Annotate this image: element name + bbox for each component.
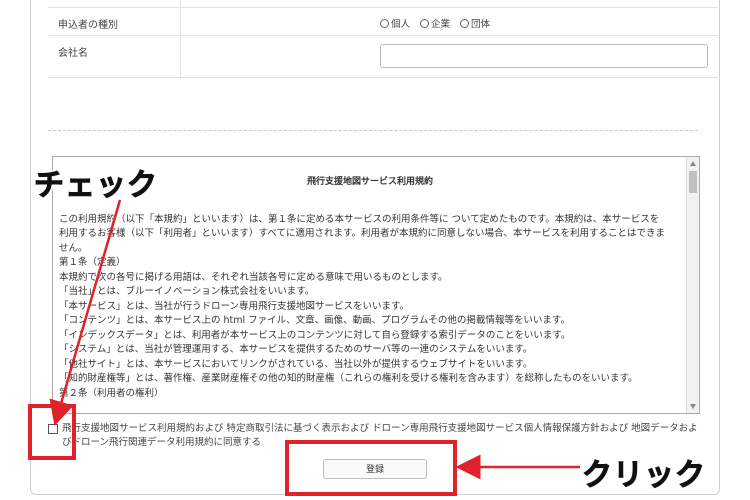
- terms-line: 「インデックスデータ」とは、利用者が本サービス上のコンテンツに対して自ら登録する…: [59, 329, 571, 341]
- terms-line: 本規約で次の各号に掲げる用語は、それぞれ当該各号に定める意味で用いるものとします…: [59, 271, 448, 283]
- radio-group-org-label: 団体: [471, 19, 491, 30]
- click-callout-label: クリック: [582, 458, 706, 494]
- terms-line: 「知的財産権等」とは、著作権、産業財産権その他の知的財産権（これらの権利を受ける…: [59, 373, 638, 384]
- applicant-type-radio-group: 個人 企業 団体: [380, 16, 490, 30]
- terms-line: 第１条（定義）: [59, 257, 126, 268]
- cell-divider: [180, 8, 181, 35]
- radio-company-label: 企業: [431, 19, 451, 30]
- check-callout-label: チェック: [34, 168, 158, 204]
- form-row-top: [48, 0, 718, 8]
- terms-line: この利用規約（以下「本規約」といいます）は、第１条に定める本サービスの利用条件等…: [59, 213, 660, 225]
- scroll-thumb[interactable]: [689, 171, 697, 193]
- form-row-applicant-type: 申込者の種別 個人 企業 団体: [48, 8, 718, 36]
- cell-divider: [180, 0, 181, 7]
- cell-divider: [180, 36, 181, 77]
- terms-scrollbar[interactable]: [686, 157, 699, 413]
- form-row-company: 会社名: [48, 36, 718, 78]
- section-divider: [48, 130, 698, 131]
- scroll-down-icon[interactable]: [690, 404, 696, 409]
- terms-line: 「システム」とは、当社が管理運用する、本サービスを提供するためのサーバ等の一連の…: [59, 344, 533, 355]
- applicant-type-label: 申込者の種別: [58, 20, 118, 31]
- radio-company[interactable]: 企業: [420, 16, 450, 30]
- terms-line: 「コンテンツ」とは、本サービス上の html ファイル、文章、画像、動画、プログ…: [59, 315, 570, 326]
- button-highlight-box: [285, 440, 457, 496]
- radio-circle-icon[interactable]: [420, 18, 430, 28]
- terms-line: 利用するお客様（以下「利用者」といいます）すべてに適用されます。利用者が本規約に…: [59, 228, 666, 239]
- radio-individual-label: 個人: [391, 19, 411, 30]
- radio-individual[interactable]: 個人: [380, 16, 410, 30]
- terms-line: 第２条（利用者の権利）: [59, 387, 164, 399]
- terms-line: 「他社サイト」とは、本サービスにおいてリンクがされている、当社以外が提供するウェ…: [59, 358, 533, 370]
- terms-line: 「本サービス」とは、当社が行うドローン専用飛行支援地図サービスをいいます。: [59, 300, 410, 312]
- radio-circle-icon[interactable]: [380, 18, 389, 28]
- company-name-input[interactable]: [380, 44, 708, 68]
- company-name-label: 会社名: [58, 48, 88, 59]
- scroll-up-icon[interactable]: [690, 161, 696, 166]
- radio-group-org[interactable]: 団体: [460, 16, 490, 30]
- terms-line: せん。: [59, 242, 88, 254]
- radio-circle-icon[interactable]: [460, 18, 470, 28]
- checkbox-highlight-box: [28, 404, 76, 460]
- terms-line: 「当社」とは、ブルーイノベーション株式会社をいいます。: [59, 286, 315, 297]
